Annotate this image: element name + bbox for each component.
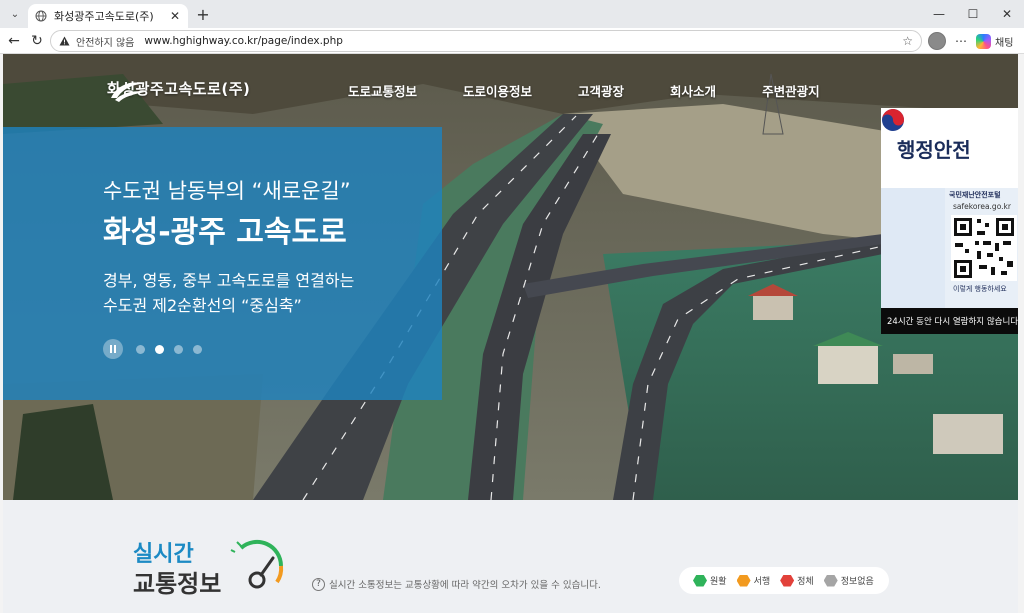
nav-item-road-traffic[interactable]: 도로교통정보 — [348, 81, 417, 100]
more-menu-icon[interactable]: ⋯ — [952, 32, 970, 50]
traffic-legend: 원활 서행 정체 정보없음 — [679, 567, 889, 594]
pause-icon — [109, 345, 117, 353]
refresh-icon: ↻ — [31, 33, 43, 49]
back-arrow-icon: ← — [8, 33, 20, 49]
nav-item-company[interactable]: 회사소개 — [670, 81, 716, 100]
security-label[interactable]: 안전하지 않음 — [76, 34, 134, 49]
warning-icon[interactable] — [59, 35, 71, 47]
slide-dot-4[interactable] — [193, 344, 202, 354]
address-bar[interactable]: 안전하지 않음 www.hghighway.co.kr/page/index.p… — [50, 30, 922, 52]
globe-icon — [34, 9, 48, 23]
title-bar: ⌄ 화성광주고속도로(주) ✕ + — ☐ ✕ — [0, 0, 1024, 28]
slow-hex-icon — [736, 574, 751, 587]
qr-code-icon — [951, 215, 1017, 281]
copilot-icon — [976, 33, 991, 49]
web-page: 화성광주고속도로(주) 도로교통정보 도로이용정보 고객광장 회사소개 주변관광… — [3, 54, 1018, 613]
legend-item-congested: 정체 — [780, 574, 814, 587]
close-tab-icon[interactable]: ✕ — [168, 9, 182, 23]
refresh-button[interactable]: ↻ — [27, 31, 47, 51]
tab-title: 화성광주고속도로(주) — [54, 10, 154, 23]
copilot-chat-button[interactable]: 채팅 — [976, 32, 1013, 50]
nav-item-road-use[interactable]: 도로이용정보 — [463, 81, 532, 100]
hero-line-4: 수도권 제2순환선의 “중심축” — [103, 296, 302, 315]
legend-item-slow: 서행 — [736, 574, 771, 587]
profile-avatar[interactable] — [928, 32, 946, 50]
legend-label: 정보없음 — [840, 577, 874, 587]
hero-banner: 화성광주고속도로(주) 도로교통정보 도로이용정보 고객광장 회사소개 주변관광… — [3, 54, 1018, 500]
question-icon: ? — [312, 577, 325, 591]
realtime-traffic-section: 실시간 교통정보 ? 실시간 소통정보는 교통상황에 따라 약간의 오차가 있을… — [3, 500, 1018, 613]
traffic-notice: ? 실시간 소통정보는 교통상황에 따라 약간의 오차가 있을 수 있습니다. — [312, 577, 601, 591]
popup-qr-cta: 이렇게 행동하세요 — [953, 285, 1007, 293]
slide-dot-3[interactable] — [174, 344, 183, 354]
address-toolbar: ← ↻ 안전하지 않음 www.hghighway.co.kr/page/ind… — [0, 28, 1024, 54]
legend-item-no-info: 정보없음 — [823, 574, 874, 587]
minimize-button[interactable]: — — [922, 0, 956, 28]
nav-item-customer[interactable]: 고객광장 — [578, 81, 624, 100]
popup-agency-name: 행정안전 — [897, 137, 971, 162]
popup-qr-url: safekorea.go.kr — [953, 202, 1011, 211]
speed-gauge-icon — [230, 539, 284, 589]
slide-dot-2[interactable] — [155, 344, 164, 354]
traffic-title-info: 교통정보 — [133, 570, 222, 598]
url-text[interactable]: www.hghighway.co.kr/page/index.php — [144, 35, 902, 47]
browser-tab[interactable]: 화성광주고속도로(주) ✕ — [28, 4, 188, 28]
legend-label: 원활 — [710, 577, 727, 587]
favorite-star-icon[interactable]: ☆ — [902, 34, 913, 48]
close-window-button[interactable]: ✕ — [990, 0, 1024, 28]
nav-item-tourism[interactable]: 주변관광지 — [762, 81, 820, 100]
hero-headline: 화성-광주 고속도로 — [103, 215, 347, 250]
legend-item-smooth: 원활 — [693, 574, 727, 587]
maximize-button[interactable]: ☐ — [956, 0, 990, 28]
hero-line-3: 경부, 영동, 중부 고속도로를 연결하는 — [103, 271, 355, 290]
pause-button[interactable] — [103, 339, 123, 359]
brand-logo[interactable]: 화성광주고속도로(주) — [107, 78, 250, 102]
popup-qr-title: 국민재난안전포털 — [949, 191, 1001, 199]
window-controls: — ☐ ✕ — [922, 0, 1024, 28]
slide-dot-1[interactable] — [136, 344, 145, 354]
back-button[interactable]: ← — [4, 31, 24, 51]
popup-header: 행정안전 — [881, 108, 1018, 188]
slide-pager — [103, 339, 207, 359]
main-navigation: 도로교통정보 도로이용정보 고객광장 회사소개 주변관광지 — [348, 81, 866, 100]
hero-line-1: 수도권 남동부의 “새로운길” — [103, 179, 351, 203]
no-info-hex-icon — [823, 574, 838, 587]
hero-text-panel: 수도권 남동부의 “새로운길” 화성-광주 고속도로 경부, 영동, 중부 고속… — [3, 127, 442, 400]
traffic-notice-text: 실시간 소통정보는 교통상황에 따라 약간의 오차가 있을 수 있습니다. — [329, 580, 601, 591]
congested-hex-icon — [780, 574, 795, 587]
new-tab-button[interactable]: + — [194, 5, 212, 24]
copilot-label: 채팅 — [995, 37, 1014, 49]
legend-label: 정체 — [797, 577, 814, 587]
smooth-hex-icon — [693, 574, 707, 587]
brand-logo-icon — [111, 82, 145, 102]
taegeuk-emblem-icon — [882, 109, 904, 131]
chevron-down-icon: ⌄ — [10, 8, 20, 20]
popup-dismiss-bar[interactable]: 24시간 동안 다시 열람하지 않습니다 — [881, 308, 1018, 334]
legend-label: 서행 — [753, 577, 771, 587]
safety-popup-ad[interactable]: 행정안전 국민재난안전포털 safekorea.go.kr 이렇게 행동하세요 … — [881, 108, 1018, 334]
tab-actions-menu-button[interactable]: ⌄ — [4, 4, 26, 24]
browser-window: ⌄ 화성광주고속도로(주) ✕ + — ☐ ✕ ← ↻ 안전하지 않음 www.… — [0, 0, 1024, 613]
